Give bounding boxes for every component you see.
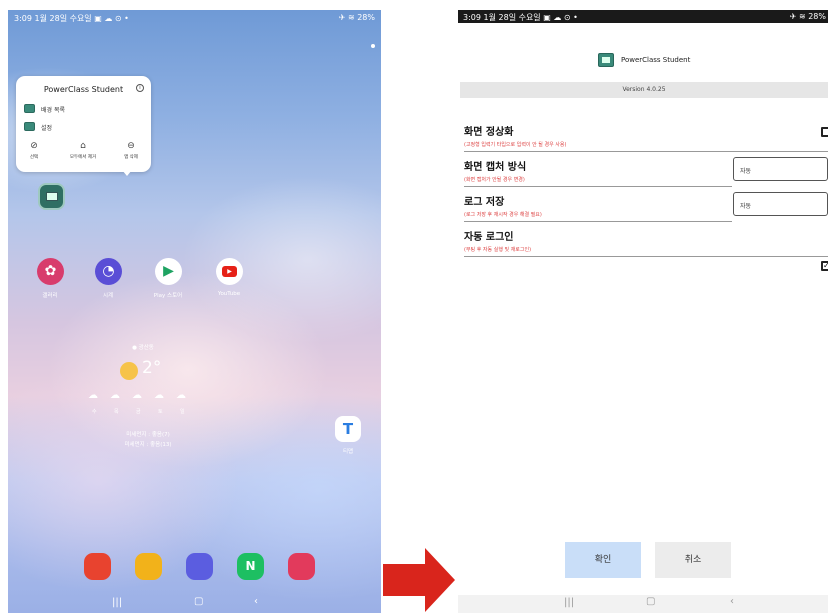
camera-icon[interactable] <box>288 553 315 580</box>
back-icon[interactable]: ‹ <box>254 596 258 607</box>
setting-desc-log-save: (로그 저장 후 재시작 경우 해결 필요) <box>464 212 542 218</box>
sparkle-icon <box>371 44 375 48</box>
right-tablet-settings-screen: 3:09 1월 28일 수요일 ▣ ☁ ⊙ • ✈ ≋ 28% PowerCla… <box>458 10 828 613</box>
popup-item-1[interactable]: 배경 목록 <box>41 105 65 114</box>
cloud-icon: ☁ <box>154 390 164 401</box>
cancel-button[interactable]: 취소 <box>655 542 731 578</box>
sun-icon <box>120 362 138 380</box>
gallery-label: 갤러리 <box>42 293 58 299</box>
remove-icon[interactable]: ⌂ <box>68 141 98 151</box>
confirm-button[interactable]: 확인 <box>565 542 641 578</box>
right-nav-bar: ||| ▢ ‹ <box>458 595 828 613</box>
clock-icon[interactable]: ◔ <box>95 258 122 285</box>
youtube-icon[interactable]: ▶ <box>216 258 243 285</box>
setting-desc-capture-method: (화면 캡처가 안될 경우 변경) <box>464 177 525 183</box>
divider <box>464 151 828 152</box>
left-status-battery: ✈ ≋ 28% <box>338 13 375 22</box>
files-icon[interactable] <box>135 553 162 580</box>
notes-icon[interactable] <box>84 553 111 580</box>
left-tablet-home-screen: 3:09 1월 28일 수요일 ▣ ☁ ⊙ • ✈ ≋ 28% PowerCla… <box>8 10 381 613</box>
day-label: 수 <box>92 409 97 415</box>
auto-login-checkbox[interactable]: ✓ <box>821 261 828 271</box>
divider <box>464 186 732 187</box>
divider <box>464 256 828 257</box>
day-label: 금 <box>136 409 141 415</box>
setting-title-screen-normalize: 화면 정상화 <box>464 127 514 138</box>
weather-temp: 2° <box>142 358 162 378</box>
popup-action-remove[interactable]: 모두에서 제거 <box>68 154 98 160</box>
version-text: Version 4.0.25 <box>622 86 666 93</box>
recent-apps-icon[interactable]: ||| <box>564 597 574 608</box>
app-context-popup: PowerClass Student i 배경 목록 설정 ⊘ 선택 ⌂ 모두에… <box>16 76 151 172</box>
recent-apps-icon[interactable]: ||| <box>112 597 122 608</box>
shortcut-icon <box>24 122 35 131</box>
divider <box>464 221 732 222</box>
cloud-icon: ☁ <box>132 390 142 401</box>
day-label: 목 <box>114 409 119 415</box>
naver-icon[interactable]: N <box>237 553 264 580</box>
home-icon[interactable]: ▢ <box>646 596 655 607</box>
back-icon[interactable]: ‹ <box>730 596 734 607</box>
play-store-icon[interactable]: ▶ <box>155 258 182 285</box>
log-save-value: 자동 <box>740 203 752 210</box>
browser-icon[interactable] <box>186 553 213 580</box>
tmap-icon[interactable]: T <box>335 416 361 442</box>
setting-title-capture-method: 화면 캡처 방식 <box>464 162 527 173</box>
clock-label: 시계 <box>102 293 114 299</box>
youtube-label: YouTube <box>217 291 241 297</box>
gallery-icon[interactable]: ✿ <box>37 258 64 285</box>
setting-title-log-save: 로그 저장 <box>464 197 505 208</box>
setting-desc-screen-normalize: (고정형 입력기 타입으로 입력이 안 될 경우 사용) <box>464 142 567 148</box>
weather-location: ● 광산동 <box>132 345 154 351</box>
cloud-icon: ☁ <box>110 390 120 401</box>
tmap-label: 티맵 <box>342 449 354 455</box>
right-status-bar: 3:09 1월 28일 수요일 ▣ ☁ ⊙ • ✈ ≋ 28% <box>458 10 828 23</box>
info-icon[interactable]: i <box>136 84 144 92</box>
home-icon[interactable]: ▢ <box>194 596 203 607</box>
powerclass-logo-icon <box>598 53 614 67</box>
forecast-days: 수 목 금 토 일 <box>88 408 198 416</box>
capture-method-select[interactable]: 자동 <box>733 157 828 181</box>
right-status-time: 3:09 1월 28일 수요일 ▣ ☁ ⊙ • <box>463 13 578 22</box>
dust-info-2: 미세먼지 : 좋음(13) <box>124 442 172 448</box>
powerclass-app-icon[interactable] <box>38 183 65 210</box>
popup-action-uninstall[interactable]: 앱 삭제 <box>116 154 146 160</box>
day-label: 토 <box>158 409 163 415</box>
cloud-icon: ☁ <box>88 390 98 401</box>
uninstall-icon[interactable]: ⊖ <box>116 141 146 151</box>
transition-arrow-icon <box>383 548 455 612</box>
weather-forecast: ☁ ☁ ☁ ☁ ☁ <box>88 390 198 406</box>
dust-info-1: 미세먼지 : 좋음(7) <box>126 432 170 438</box>
right-status-battery: ✈ ≋ 28% <box>789 12 826 21</box>
day-label: 일 <box>180 409 185 415</box>
setting-desc-auto-login: (부팅 후 자동 실행 및 재로그인) <box>464 247 532 253</box>
setting-title-auto-login: 자동 로그인 <box>464 232 514 243</box>
log-save-select[interactable]: 자동 <box>733 192 828 216</box>
left-status-time: 3:09 1월 28일 수요일 ▣ ☁ ⊙ • <box>14 14 129 23</box>
app-title: PowerClass Student <box>621 56 691 64</box>
play-store-label: Play 스토어 <box>153 293 183 299</box>
popup-item-2[interactable]: 설정 <box>41 123 52 132</box>
select-icon[interactable]: ⊘ <box>19 141 49 151</box>
screen-normalize-checkbox[interactable] <box>821 127 828 137</box>
shortcut-icon <box>24 104 35 113</box>
cloud-icon: ☁ <box>176 390 186 401</box>
popup-pointer <box>122 170 132 176</box>
capture-method-value: 자동 <box>740 168 752 175</box>
popup-title: PowerClass Student <box>43 85 124 94</box>
popup-action-select[interactable]: 선택 <box>19 154 49 160</box>
